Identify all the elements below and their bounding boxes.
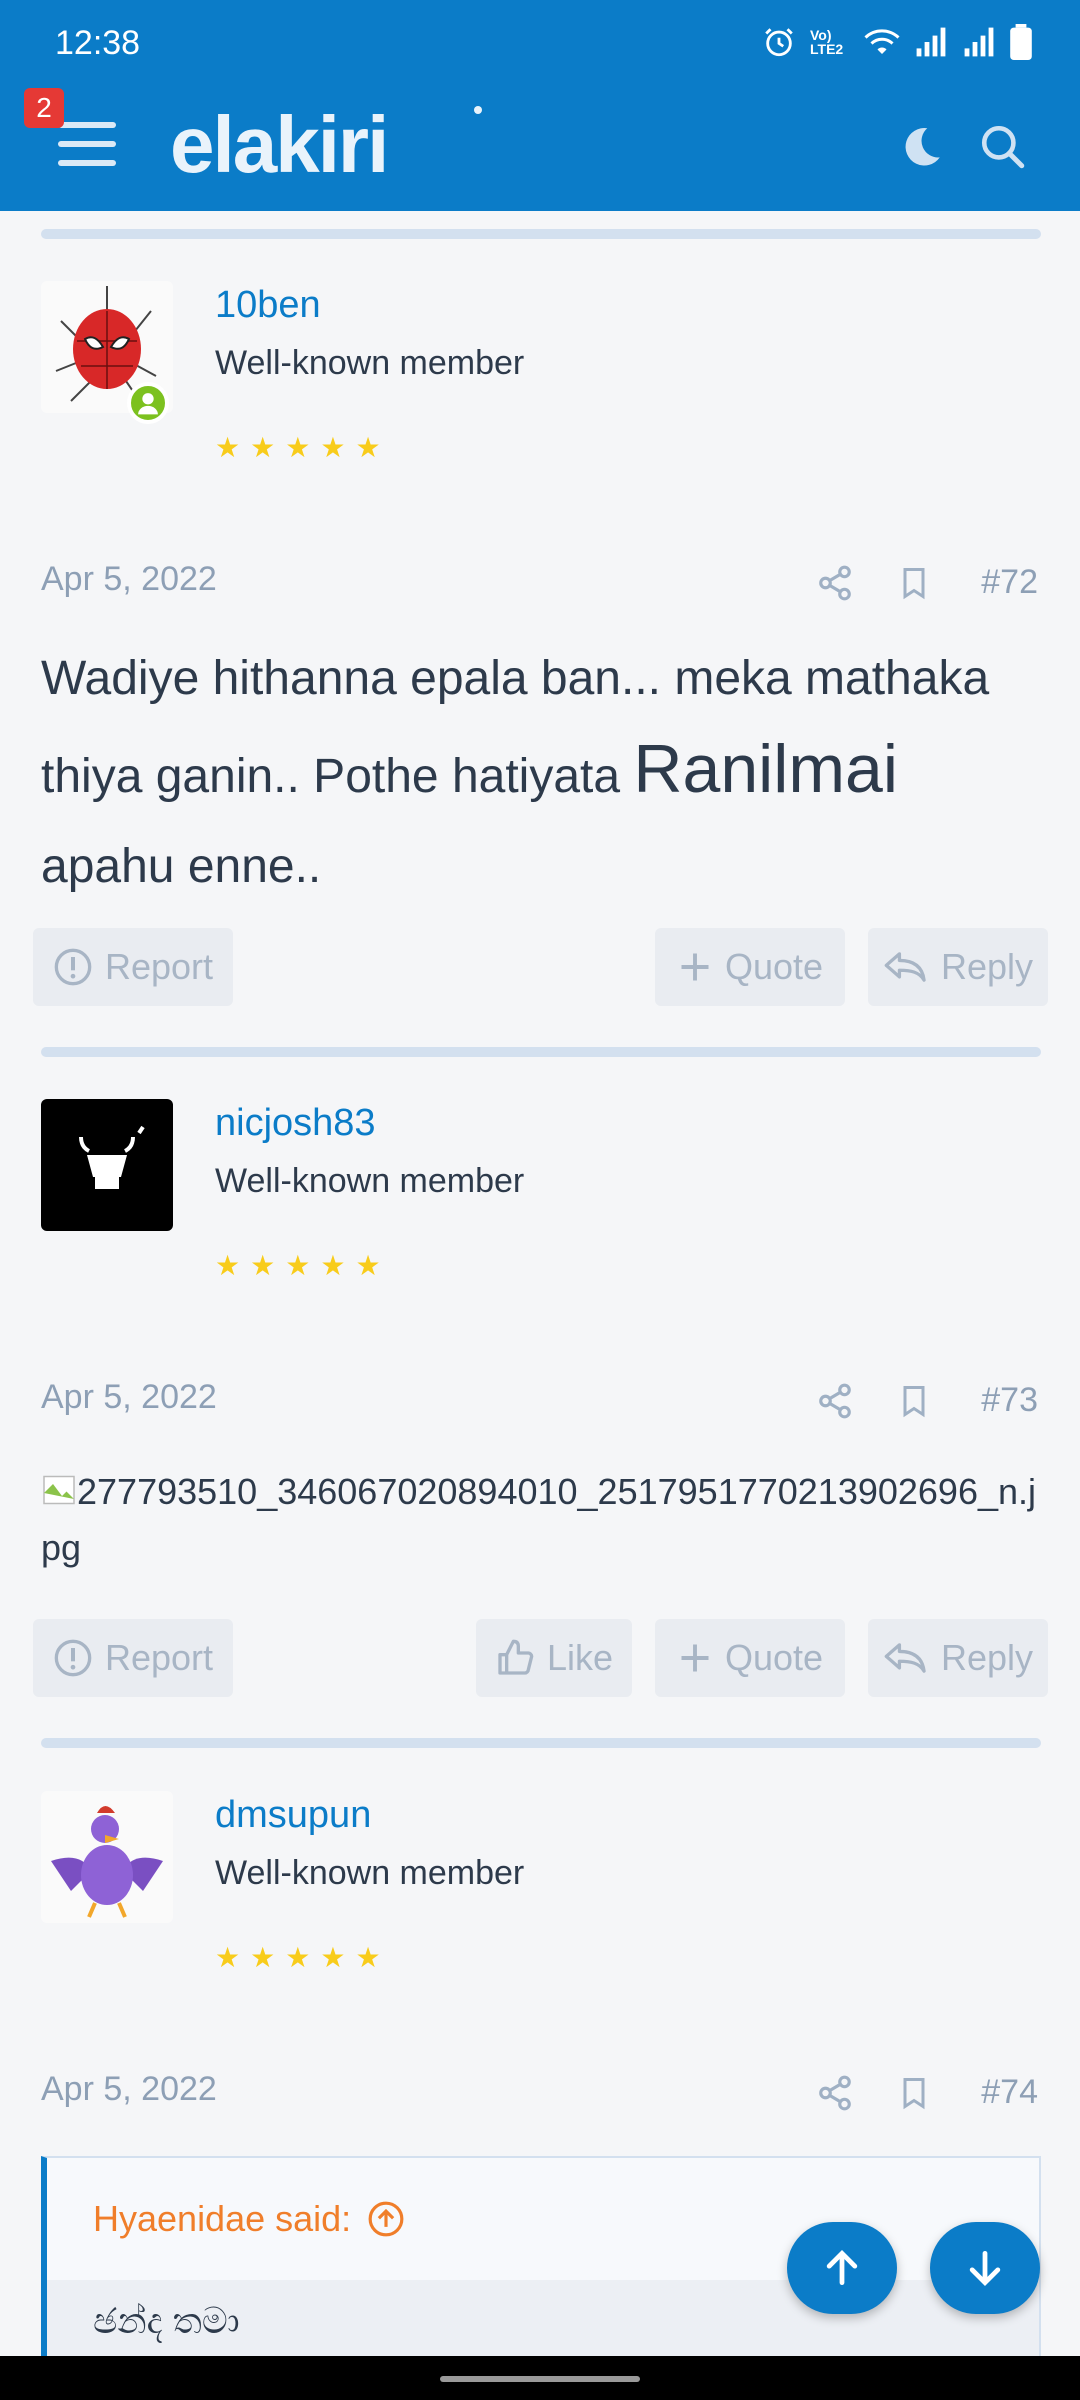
arrow-down-icon [969, 2250, 1001, 2287]
reply-button[interactable]: Reply [868, 928, 1048, 1006]
post-message: Wadiye hithanna epala ban... meka mathak… [41, 634, 1041, 912]
broken-image[interactable]: 277793510_346067020894010_25179517702139… [41, 1464, 1041, 1576]
reply-button[interactable]: Reply [868, 1619, 1048, 1697]
report-icon [54, 1639, 92, 1677]
quote-author[interactable]: Hyaenidae said: [93, 2198, 351, 2240]
post-number[interactable]: #74 [981, 2073, 1038, 2112]
plus-icon [681, 1644, 709, 1672]
scroll-bottom-button[interactable] [930, 2222, 1040, 2314]
post-number[interactable]: #72 [981, 563, 1038, 602]
post-divider [41, 1738, 1041, 1748]
quote-label: Quote [724, 946, 824, 987]
search-icon[interactable] [978, 122, 1028, 172]
alarm-icon [765, 28, 793, 57]
user-title: Well-known member [215, 344, 525, 382]
post-divider [41, 229, 1041, 239]
star-icon: ★ [355, 432, 381, 463]
online-status-icon [127, 382, 169, 424]
share-icon[interactable] [816, 1381, 854, 1421]
quote-header[interactable]: Hyaenidae said: [93, 2198, 405, 2240]
report-label: Report [104, 946, 214, 987]
report-button[interactable]: Report [33, 928, 233, 1006]
dark-mode-icon[interactable] [896, 122, 946, 172]
post-date[interactable]: Apr 5, 2022 [41, 1378, 217, 1417]
status-time: 12:38 [55, 24, 141, 62]
quote-text: ඡන්ද තමා [93, 2300, 240, 2341]
quote-content: ඡන්ද තමා [47, 2280, 1039, 2368]
post-date[interactable]: Apr 5, 2022 [41, 2070, 217, 2109]
rating-stars: ★ ★ ★ ★ ★ [215, 1252, 381, 1280]
star-icon: ★ [215, 1250, 241, 1281]
plus-icon [681, 953, 709, 981]
username[interactable]: dmsupun [215, 1794, 371, 1837]
quote-button[interactable]: Quote [655, 1619, 845, 1697]
svg-text:elakiri: elakiri [170, 100, 387, 189]
arrow-up-icon [826, 2249, 858, 2286]
volte-label: Vo) LTE2 [810, 27, 844, 57]
post-date[interactable]: Apr 5, 2022 [41, 560, 217, 599]
star-icon: ★ [250, 1942, 276, 1973]
username[interactable]: 10ben [215, 284, 321, 327]
scroll-top-button[interactable] [787, 2222, 897, 2314]
reply-label: Reply [940, 1637, 1034, 1678]
bookmark-icon[interactable] [896, 563, 932, 603]
elakiri-logo[interactable]: elakiri [170, 100, 490, 190]
bookmark-icon[interactable] [896, 2073, 932, 2113]
system-navigation-bar [0, 2356, 1080, 2400]
star-icon: ★ [355, 1250, 381, 1281]
star-icon: ★ [250, 1250, 276, 1281]
reply-icon [884, 1643, 926, 1673]
like-label: Like [546, 1637, 614, 1678]
menu-button[interactable] [58, 122, 116, 172]
username[interactable]: nicjosh83 [215, 1102, 376, 1145]
app-header: 12:38 Vo) LTE2 2 elakiri [0, 0, 1080, 211]
rooster-avatar-image [51, 1806, 163, 1918]
share-icon[interactable] [816, 2073, 854, 2113]
report-button[interactable]: Report [33, 1619, 233, 1697]
star-icon: ★ [285, 1250, 311, 1281]
avatar[interactable] [41, 1099, 173, 1231]
battery-icon [1010, 24, 1032, 60]
post-number[interactable]: #73 [981, 1381, 1038, 1420]
star-icon: ★ [215, 432, 241, 463]
star-icon: ★ [215, 1942, 241, 1973]
quote-button[interactable]: Quote [655, 928, 845, 1006]
jump-to-quote-icon[interactable] [367, 2200, 405, 2238]
avatar[interactable] [41, 1791, 173, 1923]
star-icon: ★ [285, 432, 311, 463]
star-icon: ★ [355, 1942, 381, 1973]
status-icons: Vo) LTE2 [762, 24, 1032, 60]
post-text-large: Ranilmai [633, 731, 898, 807]
rating-stars: ★ ★ ★ ★ ★ [215, 1944, 381, 1972]
thumbs-up-icon [498, 1639, 534, 1675]
star-icon: ★ [320, 1942, 346, 1973]
share-icon[interactable] [816, 563, 854, 603]
star-icon: ★ [320, 432, 346, 463]
report-label: Report [104, 1637, 214, 1678]
star-icon: ★ [285, 1942, 311, 1973]
post-divider [41, 1047, 1041, 1057]
reply-icon [884, 952, 926, 982]
gesture-handle[interactable] [440, 2376, 640, 2382]
reply-label: Reply [940, 946, 1034, 987]
star-icon: ★ [320, 1250, 346, 1281]
bookmark-icon[interactable] [896, 1381, 932, 1421]
user-title: Well-known member [215, 1854, 525, 1892]
report-icon [54, 948, 92, 986]
post-text: apahu enne.. [41, 840, 322, 893]
user-title: Well-known member [215, 1162, 525, 1200]
bull-logo-avatar-image [79, 1125, 145, 1189]
signal-icon-1 [916, 27, 946, 57]
wifi-icon [864, 29, 900, 54]
quote-label: Quote [724, 1637, 824, 1678]
rating-stars: ★ ★ ★ ★ ★ [215, 434, 381, 462]
image-alt-text: 277793510_346067020894010_25179517702139… [41, 1471, 1037, 1568]
signal-icon-2 [964, 27, 994, 57]
broken-image-icon [43, 1475, 75, 1505]
like-button[interactable]: Like [476, 1619, 632, 1697]
notification-badge: 2 [24, 88, 64, 128]
status-bar: 12:38 Vo) LTE2 [0, 0, 1080, 86]
star-icon: ★ [250, 432, 276, 463]
